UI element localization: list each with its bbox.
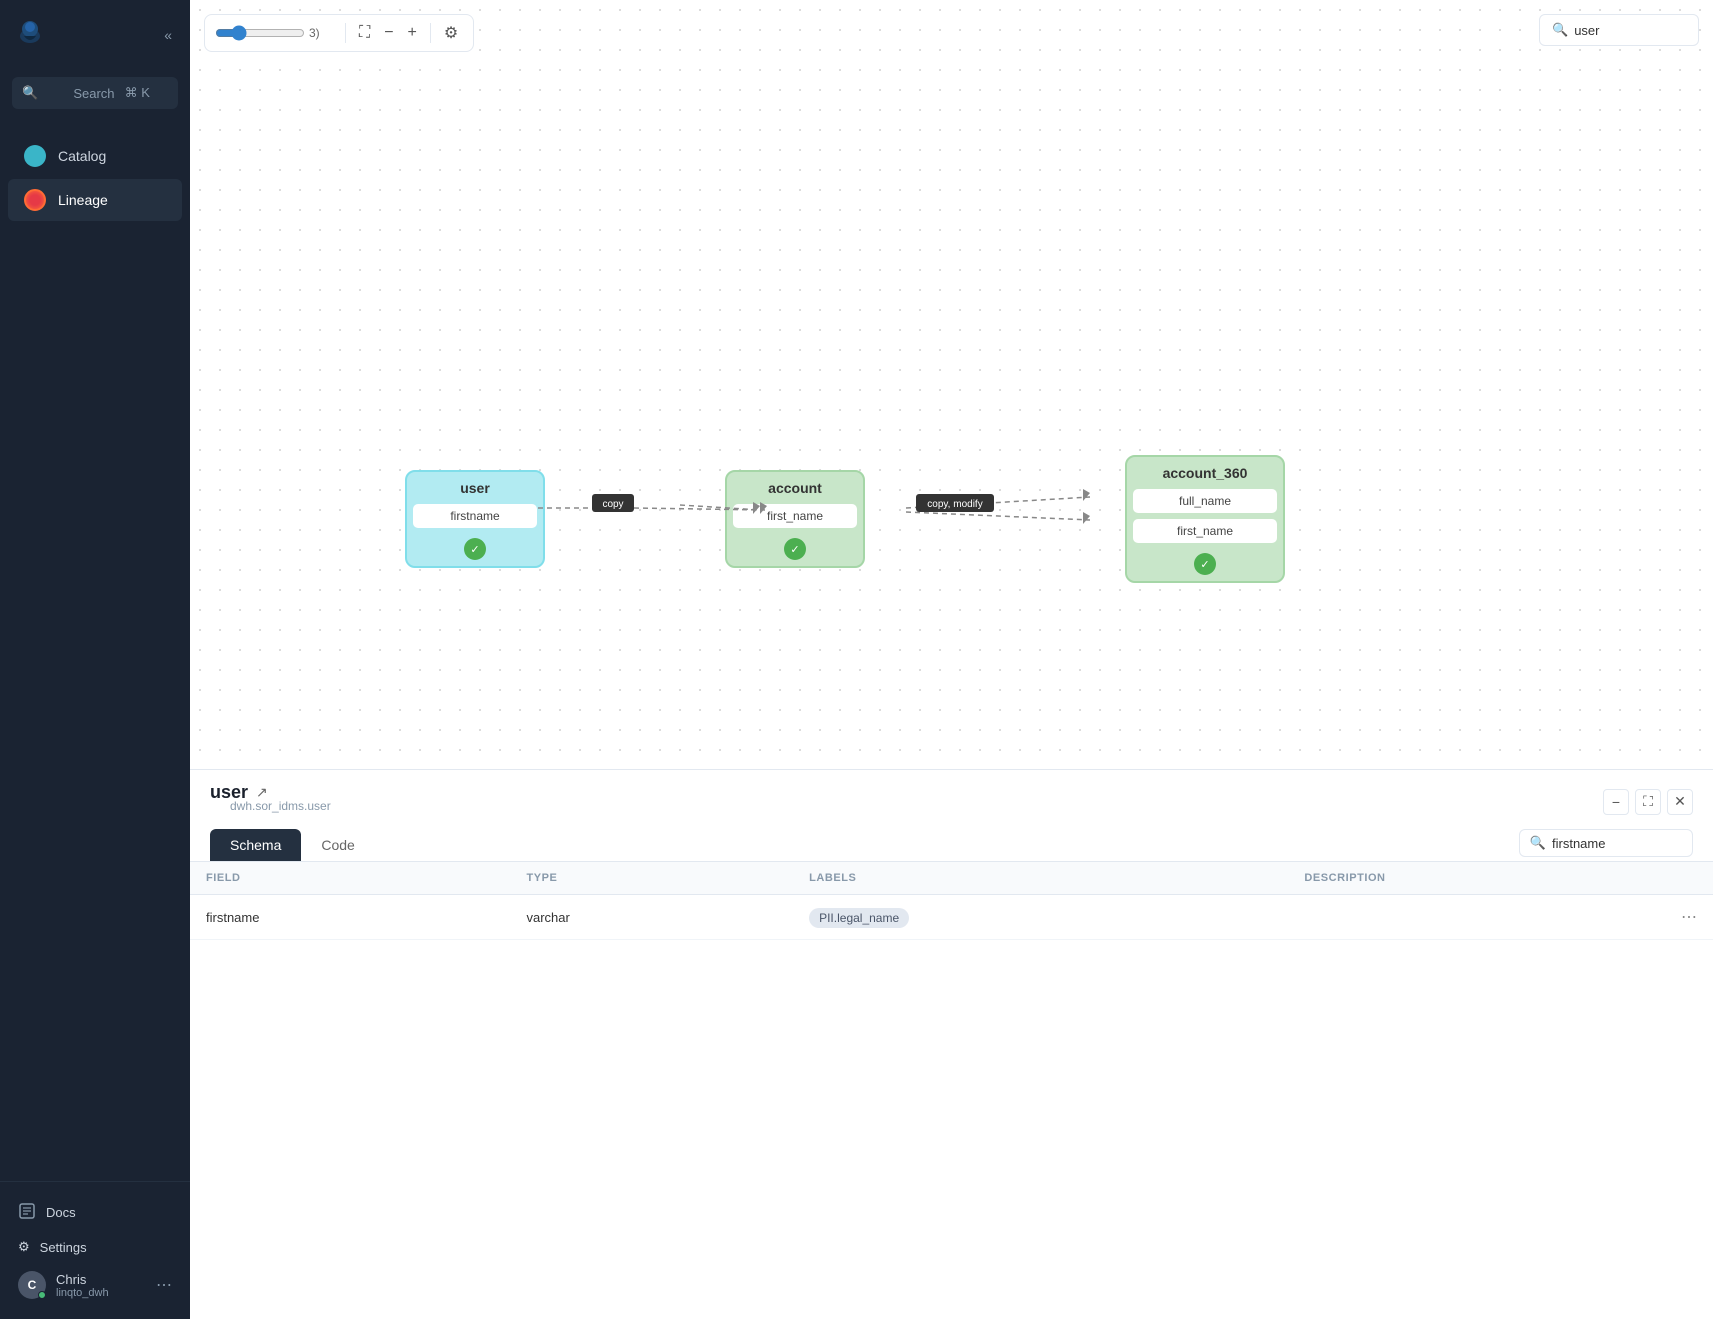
- schema-table-wrapper: FIELD TYPE LABELS DESCRIPTION firstname …: [190, 862, 1713, 1319]
- col-labels: LABELS: [793, 862, 1288, 895]
- zoom-value: 3): [309, 26, 337, 40]
- expand-button-account360[interactable]: ✓: [1194, 553, 1216, 575]
- zoom-out-button[interactable]: −: [379, 22, 398, 44]
- cell-labels: PII.legal_name: [793, 895, 1288, 940]
- footer-item-docs[interactable]: Docs: [8, 1194, 182, 1231]
- zoom-slider[interactable]: [215, 25, 305, 41]
- expand-button-user[interactable]: ✓: [464, 538, 486, 560]
- node-account-360[interactable]: account_360 full_name first_name ✓: [1125, 455, 1285, 583]
- expand-button-account[interactable]: ✓: [784, 538, 806, 560]
- fit-button[interactable]: ⛶: [354, 22, 375, 44]
- node-account-field-firstname: first_name: [733, 504, 857, 528]
- sidebar: « 🔍 Search ⌘ K Catalog Lineage: [0, 0, 190, 1319]
- tab-schema[interactable]: Schema: [210, 829, 301, 861]
- collapse-button[interactable]: «: [160, 23, 176, 47]
- node-account360-field-firstname: first_name: [1133, 519, 1277, 543]
- panel-search-input[interactable]: [1552, 836, 1682, 851]
- settings-label: Settings: [40, 1240, 87, 1255]
- user-info: C Chris linqto_dwh: [18, 1271, 109, 1299]
- nav-items: Catalog Lineage: [0, 125, 190, 1181]
- panel-header: user ↗ dwh.sor_idms.user − ⛶ ✕: [190, 770, 1713, 829]
- cell-type: varchar: [511, 895, 794, 940]
- tabs: Schema Code: [210, 829, 375, 861]
- panel-search: 🔍: [1519, 829, 1693, 857]
- search-icon: 🔍: [22, 85, 65, 101]
- row-menu-button[interactable]: ⋯: [1681, 907, 1697, 927]
- zoom-in-button[interactable]: +: [403, 22, 422, 44]
- node-account360-header: account_360: [1127, 457, 1283, 489]
- label-badge-pii[interactable]: PII.legal_name: [809, 908, 909, 928]
- search-shortcut: ⌘ K: [125, 85, 168, 101]
- avatar: C: [18, 1271, 46, 1299]
- node-user-expand: ✓: [407, 534, 543, 566]
- table-header: FIELD TYPE LABELS DESCRIPTION: [190, 862, 1713, 895]
- lineage-graph: user firstname ✓ account first_name ✓ ac…: [405, 455, 1285, 583]
- user-menu-icon: ⋯: [156, 1275, 172, 1295]
- table-row: firstname varchar PII.legal_name ⋯: [190, 895, 1713, 940]
- schema-table: FIELD TYPE LABELS DESCRIPTION firstname …: [190, 862, 1713, 940]
- node-user[interactable]: user firstname ✓: [405, 470, 545, 568]
- canvas-search-input[interactable]: [1574, 23, 1686, 38]
- user-org: linqto_dwh: [56, 1287, 109, 1299]
- sidebar-search[interactable]: 🔍 Search ⌘ K: [12, 77, 178, 109]
- node-account[interactable]: account first_name ✓: [725, 470, 865, 568]
- table-body: firstname varchar PII.legal_name ⋯: [190, 895, 1713, 940]
- canvas-area[interactable]: 3) ⛶ − + ⚙ 🔍 copy: [190, 0, 1713, 769]
- col-field: FIELD: [190, 862, 511, 895]
- node-account-header: account: [727, 472, 863, 504]
- panel-search-icon: 🔍: [1530, 835, 1546, 851]
- docs-icon: [18, 1202, 36, 1223]
- tabs-bar: Schema Code 🔍: [190, 829, 1713, 862]
- node-account-expand: ✓: [727, 534, 863, 566]
- footer-user[interactable]: C Chris linqto_dwh ⋯: [8, 1263, 182, 1307]
- cell-field: firstname: [190, 895, 511, 940]
- user-details: Chris linqto_dwh: [56, 1272, 109, 1299]
- sidebar-footer: Docs ⚙ Settings C Chris linqto_dwh ⋯: [0, 1181, 190, 1319]
- lineage-icon: [24, 189, 46, 211]
- logo[interactable]: [14, 16, 46, 53]
- user-status-dot: [38, 1291, 46, 1299]
- catalog-icon: [24, 145, 46, 167]
- panel-minimize-button[interactable]: −: [1603, 789, 1629, 815]
- lineage-edges: copy copy, modify: [190, 0, 1713, 769]
- sidebar-header: «: [0, 0, 190, 69]
- panel-controls: − ⛶ ✕: [1603, 789, 1693, 815]
- panel-title-section: user ↗ dwh.sor_idms.user: [210, 782, 331, 821]
- settings-icon: ⚙: [18, 1239, 30, 1255]
- bottom-panel: user ↗ dwh.sor_idms.user − ⛶ ✕ Schema Co…: [190, 769, 1713, 1319]
- col-description: DESCRIPTION: [1288, 862, 1713, 895]
- node-user-field-firstname: firstname: [413, 504, 537, 528]
- catalog-label: Catalog: [58, 148, 106, 164]
- footer-item-settings[interactable]: ⚙ Settings: [8, 1231, 182, 1263]
- sidebar-item-catalog[interactable]: Catalog: [8, 135, 182, 177]
- tab-code[interactable]: Code: [301, 829, 374, 861]
- panel-expand-button[interactable]: ⛶: [1635, 789, 1661, 815]
- settings-button[interactable]: ⚙: [439, 21, 463, 45]
- toolbar-divider: [345, 23, 346, 43]
- node-account360-field-fullname: full_name: [1133, 489, 1277, 513]
- user-name: Chris: [56, 1272, 109, 1287]
- node-user-header: user: [407, 472, 543, 504]
- row-actions: ⋯: [1304, 907, 1697, 927]
- panel-close-button[interactable]: ✕: [1667, 789, 1693, 815]
- canvas-toolbar: 3) ⛶ − + ⚙: [204, 14, 474, 52]
- search-label: Search: [73, 86, 116, 101]
- lineage-label: Lineage: [58, 192, 108, 208]
- canvas-search: 🔍: [1539, 14, 1699, 46]
- sidebar-item-lineage[interactable]: Lineage: [8, 179, 182, 221]
- canvas-search-icon: 🔍: [1552, 22, 1568, 38]
- col-type: TYPE: [511, 862, 794, 895]
- main-content: 3) ⛶ − + ⚙ 🔍 copy: [190, 0, 1713, 1319]
- node-account360-expand: ✓: [1127, 549, 1283, 581]
- docs-label: Docs: [46, 1205, 76, 1220]
- toolbar-divider-2: [430, 23, 431, 43]
- cell-description: ⋯: [1288, 895, 1713, 940]
